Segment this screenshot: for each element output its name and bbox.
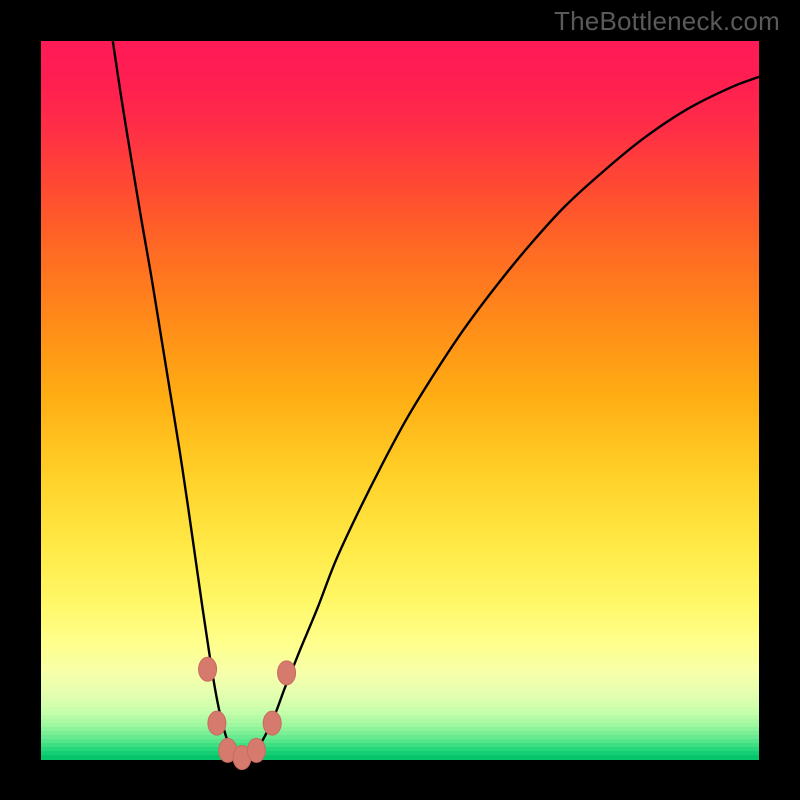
curve-marker (247, 738, 265, 762)
watermark-text: TheBottleneck.com (554, 6, 780, 37)
chart-frame: TheBottleneck.com (0, 0, 800, 800)
curve-marker (208, 711, 226, 735)
bottleneck-curve (113, 41, 759, 759)
curve-marker (278, 661, 296, 685)
curve-marker (263, 711, 281, 735)
chart-overlay (41, 41, 759, 759)
curve-marker (199, 657, 217, 681)
